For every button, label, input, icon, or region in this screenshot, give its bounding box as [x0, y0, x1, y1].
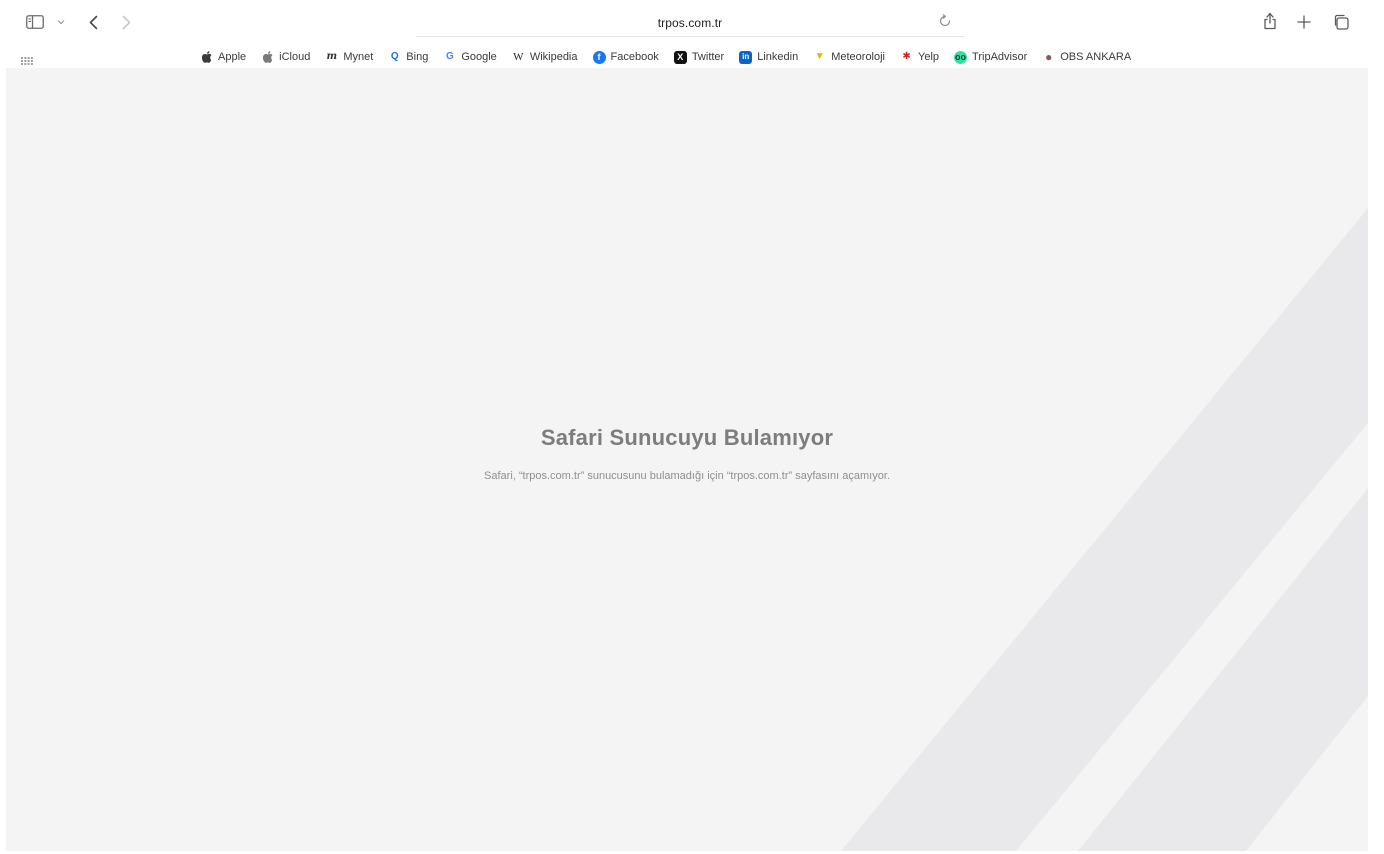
- favorite-icloud[interactable]: iCloud: [261, 51, 310, 64]
- sidebar-icon[interactable]: [26, 14, 44, 30]
- background-stripes: [841, 208, 1368, 851]
- favorite-label: Wikipedia: [529, 51, 578, 63]
- window-edge: [1368, 68, 1384, 854]
- favorite-label: iCloud: [279, 51, 311, 63]
- favorite-label: Meteoroloji: [831, 51, 886, 63]
- chevron-right-icon[interactable]: [119, 12, 133, 32]
- favorite-label: Bing: [406, 51, 429, 63]
- grid-icon[interactable]: [21, 52, 33, 65]
- favorite-wikipedia[interactable]: W Wikipedia: [512, 50, 578, 64]
- apple-icon: [261, 51, 274, 64]
- favorites-list: Apple iCloud m Mynet Q Bing G Google W Wikipedia f…: [200, 49, 1146, 65]
- favorite-label: Google: [461, 51, 497, 63]
- tripadvisor-icon: oo: [954, 50, 968, 64]
- favorite-obs-ankara[interactable]: ● OBS ANKARA: [1042, 51, 1131, 64]
- address-bar[interactable]: trpos.com.tr: [416, 9, 964, 37]
- favorites-bar: Apple iCloud m Mynet Q Bing G Google W Wikipedia f…: [0, 46, 1384, 68]
- favorite-apple[interactable]: Apple: [200, 51, 246, 64]
- yelp-icon: ✱: [902, 51, 911, 62]
- favorite-label: Twitter: [691, 51, 725, 63]
- address-divider: [416, 36, 964, 37]
- search-icon: Q: [390, 51, 399, 62]
- address-text: trpos.com.tr: [657, 16, 723, 30]
- favorite-bing[interactable]: Q Bing: [388, 51, 428, 64]
- error-message: Safari, “trpos.com.tr” sunucusunu bulama…: [484, 470, 890, 482]
- favorite-google[interactable]: G Google: [443, 51, 497, 64]
- apple-icon: [200, 51, 213, 64]
- favorite-label: Yelp: [918, 51, 940, 63]
- favorite-label: Facebook: [610, 51, 659, 63]
- favorite-linkedin[interactable]: in Linkedin: [739, 50, 799, 64]
- browser-toolbar: trpos.com.tr: [0, 0, 1384, 46]
- obs-ankara-icon: ●: [1045, 50, 1053, 64]
- favorite-tripadvisor[interactable]: oo TripAdvisor: [954, 50, 1028, 64]
- chevron-down-icon[interactable]: [56, 16, 66, 28]
- mynet-icon: m: [326, 51, 338, 62]
- google-icon: G: [445, 51, 454, 62]
- favorite-twitter[interactable]: X Twitter: [673, 50, 725, 64]
- x-icon: X: [673, 50, 687, 64]
- facebook-icon: f: [592, 50, 606, 64]
- page-content: Safari Sunucuyu Bulamıyor Safari, “trpos…: [6, 68, 1368, 851]
- meteoroloji-icon: ▼: [814, 51, 825, 62]
- favorite-label: TripAdvisor: [972, 51, 1028, 63]
- favorite-label: Mynet: [343, 51, 374, 63]
- favorite-facebook[interactable]: f Facebook: [592, 50, 659, 64]
- favorite-label: Linkedin: [757, 51, 799, 63]
- favorite-mynet[interactable]: m Mynet: [325, 51, 374, 64]
- favorite-yelp[interactable]: ✱ Yelp: [900, 51, 939, 64]
- share-icon[interactable]: [1262, 11, 1278, 31]
- linkedin-icon: in: [739, 50, 753, 64]
- chevron-left-icon[interactable]: [86, 12, 100, 32]
- favorite-label: OBS ANKARA: [1060, 51, 1132, 63]
- tabs-icon[interactable]: [1331, 13, 1351, 31]
- wikipedia-icon: W: [513, 50, 524, 63]
- favorite-meteoroloji[interactable]: ▼ Meteoroloji: [813, 51, 885, 64]
- reload-icon[interactable]: [938, 14, 954, 30]
- favorite-label: Apple: [218, 51, 247, 63]
- plus-icon[interactable]: [1295, 13, 1313, 31]
- error-title: Safari Sunucuyu Bulamıyor: [540, 425, 834, 450]
